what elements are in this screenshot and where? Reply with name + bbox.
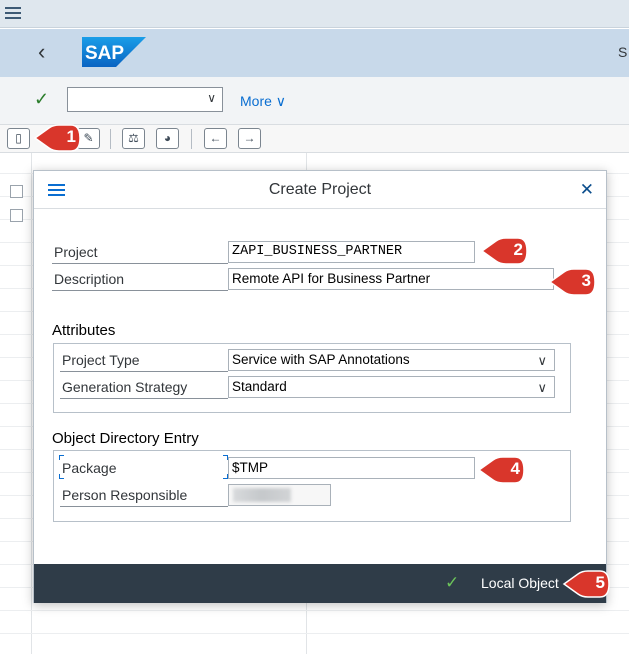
dialog-header: Create Project ✕ (34, 171, 606, 209)
menu-bar (0, 0, 629, 28)
row-checkbox[interactable] (10, 185, 23, 198)
close-icon[interactable]: ✕ (580, 180, 594, 200)
check-icon: ✓ (445, 573, 460, 592)
dialog-footer: ✓ Local Object (34, 564, 606, 603)
callout-number: 4 (510, 459, 520, 478)
arrow-left-icon[interactable]: ← (204, 128, 227, 149)
menu-icon[interactable] (5, 7, 21, 20)
command-bar: ✓ ∨ More ∨ (0, 77, 629, 125)
shell-header: ‹ SAP S (0, 29, 629, 77)
more-menu[interactable]: More ∨ (240, 93, 286, 110)
label-underline (60, 371, 228, 372)
callout-number: 3 (581, 271, 591, 290)
enter-check-icon[interactable]: ✓ (34, 89, 49, 110)
generation-strategy-value: Standard (232, 379, 287, 394)
generation-strategy-label: Generation Strategy (62, 379, 188, 395)
description-label: Description (54, 271, 125, 287)
person-responsible-input[interactable] (228, 484, 331, 506)
attributes-section-title: Attributes (52, 322, 116, 339)
chevron-down-icon[interactable]: ∨ (537, 351, 547, 370)
toolbar-divider (191, 129, 192, 149)
chevron-down-icon[interactable]: ∨ (207, 91, 216, 105)
callout-number: 1 (66, 127, 76, 146)
arrow-right-icon[interactable]: → (238, 128, 261, 149)
project-type-select[interactable]: Service with SAP Annotations ∨ (228, 349, 555, 371)
more-label: More (240, 93, 272, 109)
package-label: Package (62, 460, 117, 476)
package-input[interactable]: $TMP (228, 457, 475, 479)
object-directory-section-title: Object Directory Entry (52, 430, 199, 447)
back-arrow-icon[interactable]: ‹ (38, 40, 45, 64)
callout-number: 2 (513, 240, 523, 259)
label-underline (52, 263, 228, 264)
callout-number: 5 (595, 573, 605, 592)
callout-1: 1 (33, 124, 81, 152)
callout-4: 4 (477, 456, 525, 484)
dialog-title: Create Project (268, 181, 372, 198)
project-input[interactable]: ZAPI_BUSINESS_PARTNER (228, 241, 475, 263)
row-checkbox[interactable] (10, 209, 23, 222)
project-type-value: Service with SAP Annotations (232, 352, 410, 367)
project-type-label: Project Type (62, 352, 140, 368)
globe-icon[interactable]: ◕ (156, 128, 179, 149)
application-toolbar: ▯ ✎ ⚖ ◕ ← → (0, 125, 629, 153)
label-underline (60, 506, 228, 507)
callout-5: 5 (562, 570, 610, 598)
callout-3: 3 (548, 268, 596, 296)
label-underline (52, 290, 228, 291)
sap-logo: SAP (82, 37, 146, 67)
command-field[interactable]: ∨ (67, 87, 223, 112)
app-title-partial: S (618, 44, 628, 60)
callout-2: 2 (480, 237, 528, 265)
generation-strategy-select[interactable]: Standard ∨ (228, 376, 555, 398)
person-responsible-label: Person Responsible (62, 487, 188, 503)
label-underline (60, 398, 228, 399)
balance-icon[interactable]: ⚖ (122, 128, 145, 149)
new-document-icon[interactable]: ▯ (7, 128, 30, 149)
svg-text:SAP: SAP (85, 43, 124, 64)
toolbar-divider (110, 129, 111, 149)
redacted-name (233, 488, 291, 502)
create-project-dialog: Create Project ✕ Project ZAPI_BUSINESS_P… (33, 170, 607, 603)
local-object-button[interactable]: Local Object (481, 575, 559, 591)
description-input[interactable]: Remote API for Business Partner (228, 268, 554, 290)
project-label: Project (54, 244, 98, 260)
chevron-down-icon[interactable]: ∨ (537, 378, 547, 397)
